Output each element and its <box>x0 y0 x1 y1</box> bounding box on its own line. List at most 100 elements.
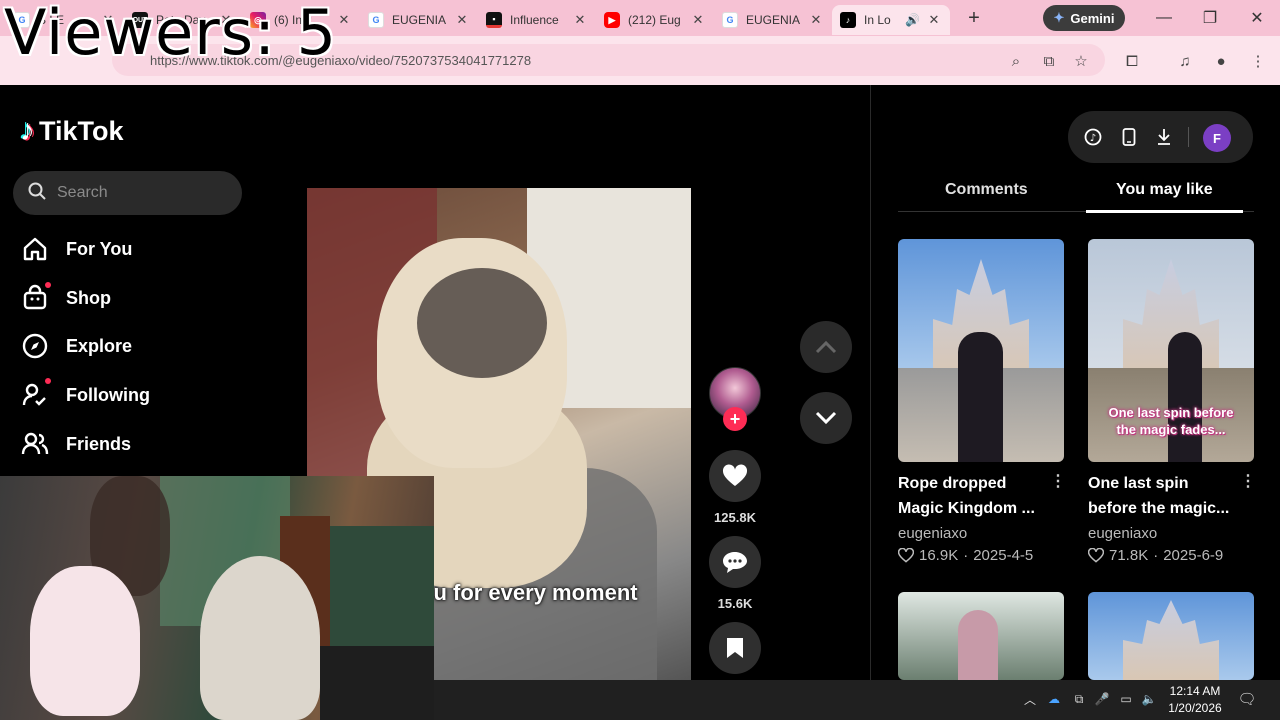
follow-button[interactable]: + <box>723 407 747 431</box>
close-tab-icon[interactable]: ✕ <box>336 12 352 28</box>
nav-friends[interactable]: Friends <box>20 424 131 464</box>
recommended-video-date: 2025-4-5 <box>973 547 1034 564</box>
tiktok-logo[interactable]: ♪ TikTok <box>20 114 124 148</box>
recommended-video-author[interactable]: eugeniaxo <box>1088 525 1157 542</box>
browser-tab[interactable]: G EUGENIA ✕ <box>714 5 832 35</box>
thumbnail-overlay-text: One last spin before the magic fades... <box>1108 405 1234 437</box>
meta-separator: · <box>1153 547 1159 564</box>
video-caption: ou for every moment <box>420 580 638 605</box>
nav-following[interactable]: Following <box>20 375 150 415</box>
nav-explore[interactable]: Explore <box>20 326 132 366</box>
comment-icon <box>723 552 747 573</box>
browser-tab-active[interactable]: ♪ In Lo 🔊 ✕ <box>832 5 950 35</box>
like-button[interactable] <box>709 450 761 502</box>
recommended-video-thumbnail[interactable]: One last spin before the magic fades... <box>1088 239 1254 462</box>
svg-text:♪: ♪ <box>1090 133 1096 144</box>
system-clock[interactable]: 12:14 AM 1/20/2026 <box>1162 683 1228 717</box>
nav-label: Shop <box>66 287 111 308</box>
onedrive-icon[interactable]: ☁ <box>1045 690 1063 708</box>
gemini-label: Gemini <box>1070 10 1115 26</box>
tiktok-app-icon[interactable]: ♪ <box>1083 127 1103 147</box>
close-tab-icon[interactable]: ✕ <box>926 12 942 28</box>
browser-tab[interactable]: G EUGENIA ✕ <box>360 5 478 35</box>
title-line: One last spin <box>1088 475 1189 492</box>
recommended-video-likes: 16.9K <box>919 547 959 564</box>
nav-label: Friends <box>66 433 132 454</box>
phone-icon[interactable] <box>1119 127 1139 147</box>
save-button[interactable] <box>709 622 761 674</box>
nav-shop[interactable]: Shop <box>20 278 111 318</box>
recommended-video-thumbnail[interactable] <box>898 239 1064 462</box>
tab-you-may-like[interactable]: You may like <box>1116 181 1213 199</box>
close-tab-icon[interactable]: ✕ <box>808 12 824 28</box>
chevron-up-icon[interactable]: ︿ <box>1021 690 1039 708</box>
google-icon: G <box>368 12 384 28</box>
youtube-icon: ▶ <box>604 12 620 28</box>
recommended-video-meta: 16.9K · 2025-4-5 <box>898 547 1033 564</box>
like-count: 125.8K <box>714 510 756 525</box>
download-icon[interactable] <box>1154 127 1174 147</box>
friends-icon <box>20 429 50 459</box>
browser-tab[interactable]: ▪ Influence ✕ <box>478 5 596 35</box>
close-tab-icon[interactable]: ✕ <box>572 12 588 28</box>
title-line: before the magic... <box>1088 500 1230 517</box>
gemini-sparkle-icon: ✦ <box>1053 10 1065 25</box>
heart-outline-icon <box>1088 548 1104 563</box>
nav-label: Explore <box>66 335 133 356</box>
tiktok-wordmark: TikTok <box>39 115 124 146</box>
user-avatar[interactable]: F <box>1203 124 1231 152</box>
webcam-overlay <box>0 476 434 720</box>
nav-label: For You <box>66 238 133 259</box>
network-icon[interactable]: ▭ <box>1117 690 1135 708</box>
compass-icon <box>20 331 50 361</box>
volume-icon[interactable]: 🔈 <box>1140 690 1158 708</box>
search-input[interactable]: Search <box>13 171 242 215</box>
tab-title: Influence <box>510 13 559 27</box>
tiktok-icon: ♪ <box>840 12 856 28</box>
new-tab-button[interactable]: + <box>960 4 988 32</box>
clock-time: 12:14 AM <box>1169 684 1221 698</box>
search-placeholder: Search <box>57 184 108 201</box>
recommended-video-thumbnail[interactable] <box>1088 592 1254 680</box>
nav-for-you[interactable]: For You <box>20 229 132 269</box>
menu-icon[interactable]: ⋮ <box>1248 51 1268 71</box>
recommended-video-thumbnail[interactable] <box>898 592 1064 680</box>
more-options-icon[interactable]: ⋮ <box>1050 471 1066 491</box>
title-line: Rope dropped <box>898 475 1007 492</box>
google-icon: G <box>722 12 738 28</box>
microphone-icon[interactable]: 🎤 <box>1093 690 1111 708</box>
shop-notification-dot <box>45 282 51 288</box>
restore-button[interactable]: ❐ <box>1187 0 1233 36</box>
more-options-icon[interactable]: ⋮ <box>1240 471 1256 491</box>
recommended-video-author[interactable]: eugeniaxo <box>898 525 967 542</box>
bookmark-icon <box>727 638 743 658</box>
notifications-icon[interactable]: 🗨 <box>1237 690 1256 708</box>
close-tab-icon[interactable]: ✕ <box>454 12 470 28</box>
zoom-icon[interactable]: ⌕ <box>1006 51 1026 71</box>
profile-icon[interactable]: ● <box>1211 51 1231 71</box>
install-app-icon[interactable]: ⧉ <box>1039 51 1059 71</box>
tiktok-note-icon: ♪ <box>20 114 35 147</box>
media-control-icon[interactable]: ♫ <box>1175 51 1195 71</box>
recommended-video-title[interactable]: One last spin before the magic... <box>1088 471 1238 521</box>
close-window-button[interactable]: ✕ <box>1234 0 1280 36</box>
browser-tab[interactable]: ▶ (212) Eug ✕ <box>596 5 714 35</box>
previous-video-button[interactable] <box>800 321 852 373</box>
tab-comments[interactable]: Comments <box>945 181 1028 199</box>
chevron-up-icon <box>815 340 837 354</box>
comment-count: 15.6K <box>717 596 753 611</box>
close-tab-icon[interactable]: ✕ <box>690 12 706 28</box>
tab-title: (212) Eug <box>628 13 681 27</box>
recommended-video-title[interactable]: Rope dropped Magic Kingdom ... <box>898 471 1048 521</box>
gemini-button[interactable]: ✦ Gemini <box>1043 5 1125 31</box>
recommended-video-date: 2025-6-9 <box>1163 547 1224 564</box>
teams-icon[interactable]: ⧉ <box>1070 690 1088 708</box>
comment-button[interactable] <box>709 536 761 588</box>
following-notification-dot <box>45 378 51 384</box>
minimize-button[interactable]: — <box>1141 0 1187 36</box>
next-video-button[interactable] <box>800 392 852 444</box>
bookmark-star-icon[interactable]: ☆ <box>1071 51 1091 71</box>
extensions-icon[interactable]: ⧠ <box>1122 51 1142 71</box>
speaker-icon[interactable]: 🔊 <box>905 13 920 27</box>
recommended-video-meta: 71.8K · 2025-6-9 <box>1088 547 1223 564</box>
